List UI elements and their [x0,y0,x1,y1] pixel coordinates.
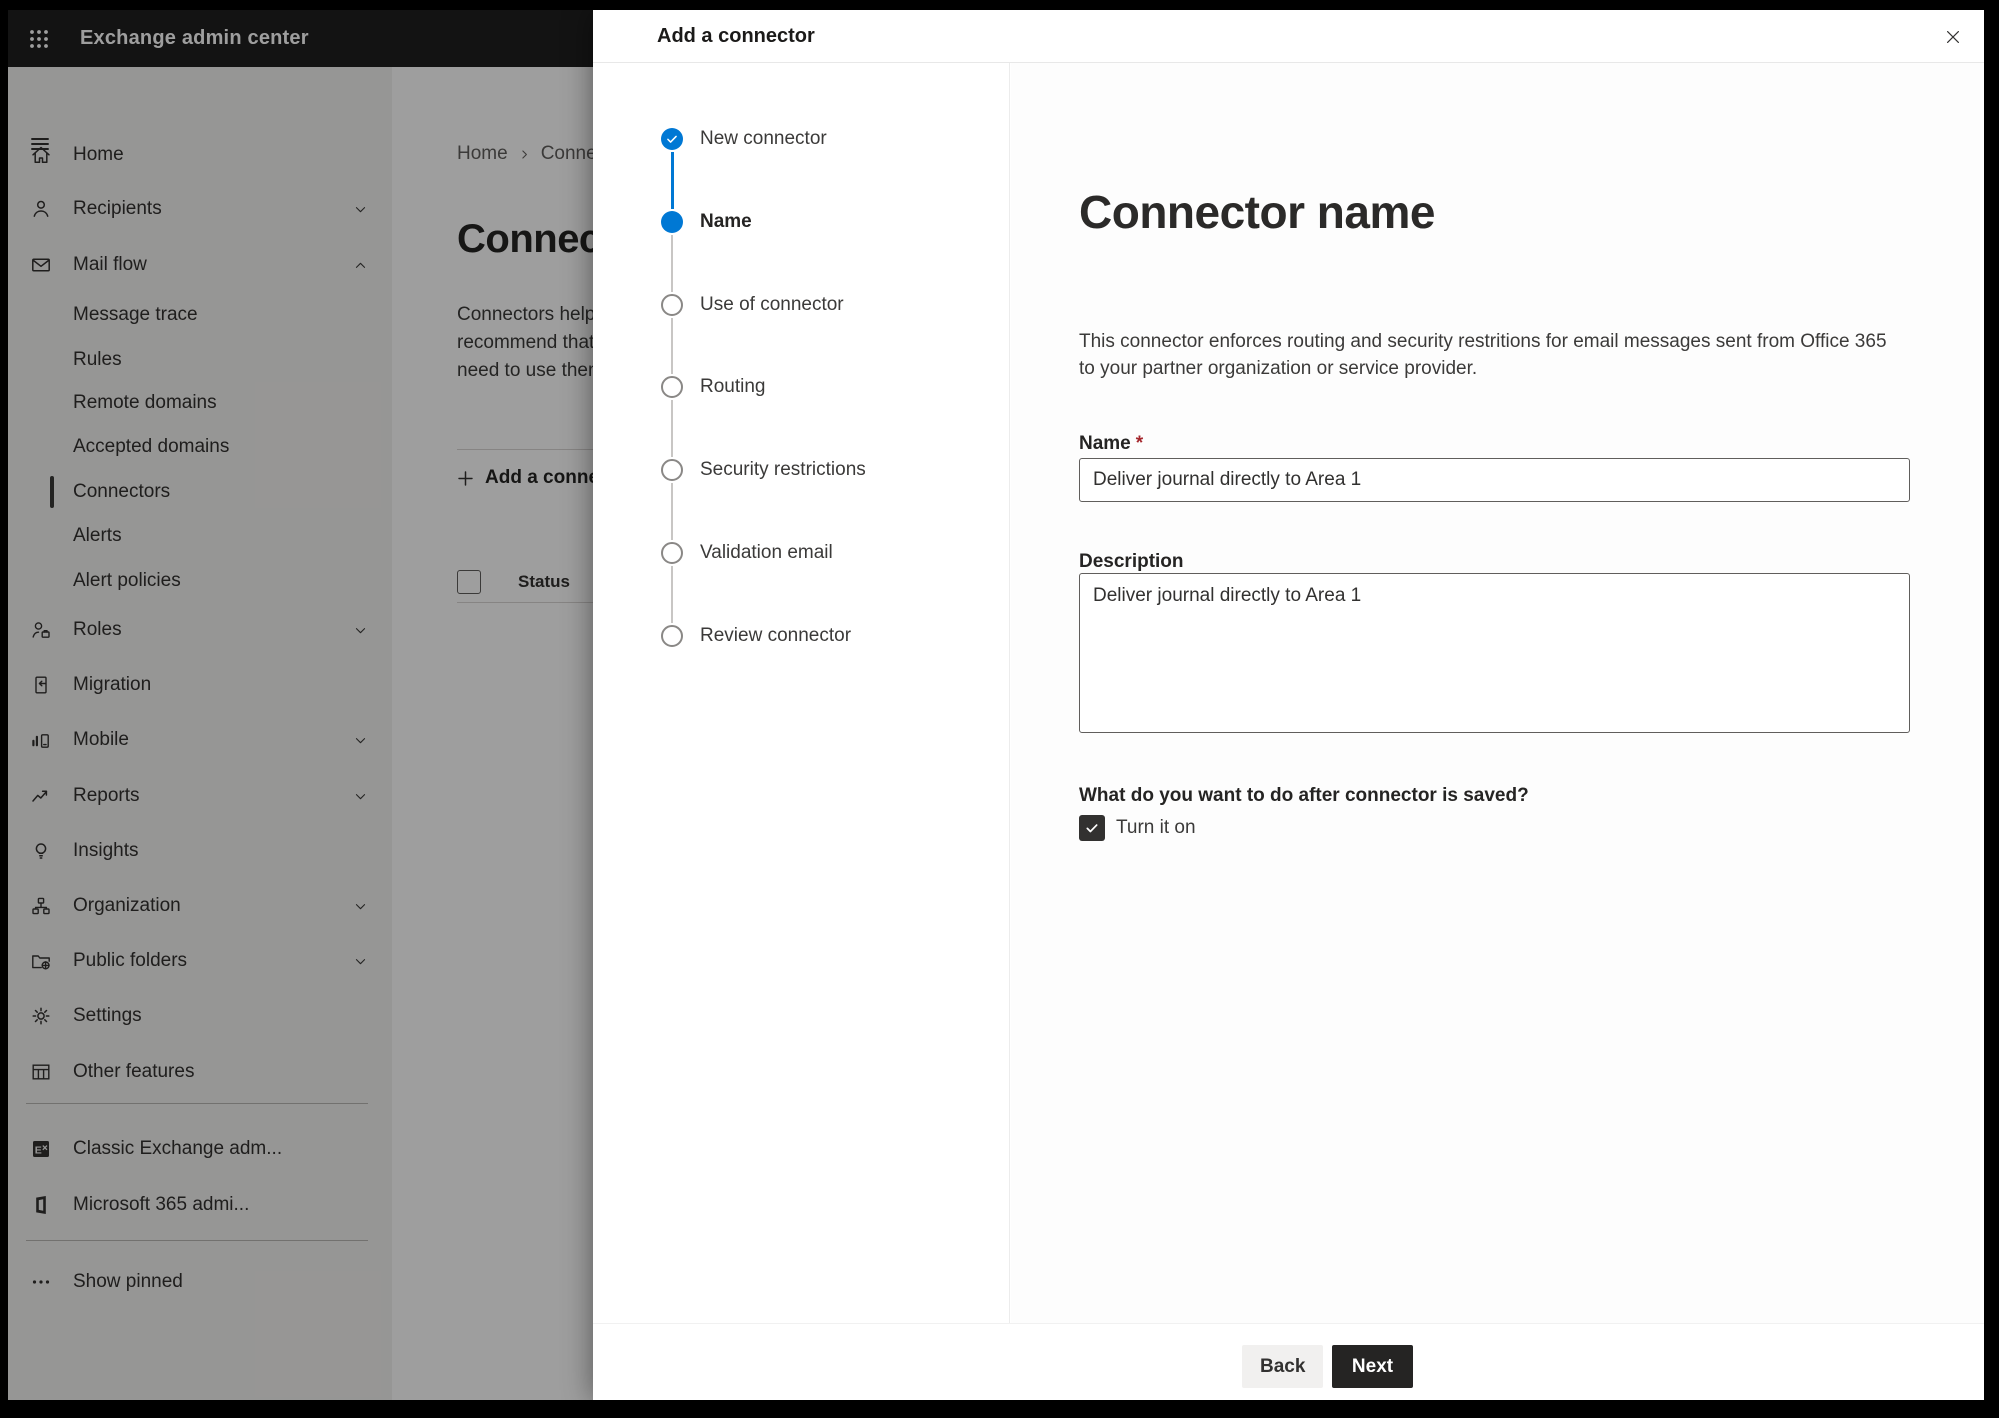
description-textarea[interactable]: Deliver journal directly to Area 1 [1079,573,1910,733]
wizard-step-connector-line [671,483,673,540]
step-intro-text: This connector enforces routing and secu… [1079,328,1887,382]
next-button[interactable]: Next [1332,1345,1413,1388]
wizard-step-validation-email[interactable]: Validation email [700,542,833,564]
wizard-step-circle-review-connector[interactable] [661,625,683,647]
name-label-text: Name [1079,433,1131,454]
wizard-step-new-connector[interactable]: New connector [700,128,827,150]
add-connector-dialog: Add a connector New connector Name Use of … [593,10,1984,1400]
wizard-steps-nav: New connector Name Use of connector Routing… [593,63,1010,1323]
wizard-step-circle-security-restrictions[interactable] [661,459,683,481]
wizard-step-circle-new-connector[interactable] [661,128,683,150]
wizard-step-security-restrictions[interactable]: Security restrictions [700,459,866,481]
dialog-content: Connector name This connector enforces r… [1011,63,1984,1323]
turn-it-on-label: Turn it on [1116,817,1196,838]
wizard-step-circle-validation-email[interactable] [661,542,683,564]
app-window: Exchange admin center Home Recipients Mail… [8,10,1984,1400]
wizard-step-connector-line [671,235,673,292]
wizard-step-connector-line [671,566,673,623]
checkmark-icon [1084,820,1100,836]
wizard-step-routing[interactable]: Routing [700,376,766,398]
wizard-step-circle-routing[interactable] [661,376,683,398]
dialog-header: Add a connector [593,10,1984,63]
dialog-title: Add a connector [657,25,815,47]
name-input[interactable] [1079,458,1910,502]
step-heading: Connector name [1079,186,1435,238]
wizard-step-use-of-connector[interactable]: Use of connector [700,294,844,316]
turn-it-on-row: Turn it on [1079,815,1196,841]
back-button[interactable]: Back [1242,1345,1324,1388]
required-marker: * [1135,433,1144,454]
wizard-step-connector-line [671,318,673,374]
wizard-step-connector-line [670,152,674,209]
wizard-step-circle-use-of-connector[interactable] [661,294,683,316]
turn-it-on-checkbox[interactable] [1079,815,1105,841]
dialog-footer: Back Next [593,1323,1984,1400]
step-intro-line: to your partner organization or service … [1079,358,1478,379]
step-intro-line: This connector enforces routing and secu… [1079,331,1887,352]
wizard-step-connector-line [671,400,673,457]
close-icon [1943,27,1963,47]
description-field-label: Description [1079,551,1184,572]
after-save-question: What do you want to do after connector i… [1079,785,1529,806]
name-field-label: Name * [1079,433,1143,455]
check-icon [665,132,679,146]
wizard-step-review-connector[interactable]: Review connector [700,625,851,647]
close-button[interactable] [1936,20,1970,54]
wizard-step-circle-name[interactable] [661,211,683,233]
wizard-step-name[interactable]: Name [700,211,752,233]
